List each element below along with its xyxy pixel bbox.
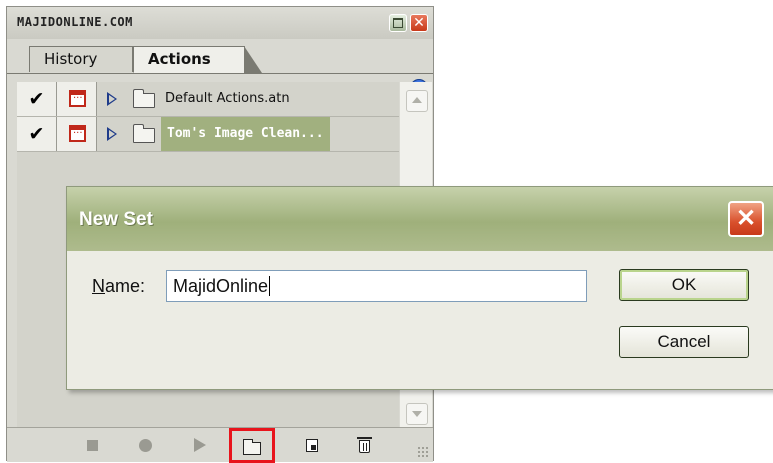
play-button[interactable] [175, 428, 221, 462]
dialog-toggle-icon [69, 90, 86, 107]
dialog-title: New Set [79, 209, 153, 230]
scroll-up-icon[interactable] [406, 90, 428, 112]
new-set-icon [243, 439, 261, 455]
close-icon[interactable]: ✕ [410, 14, 428, 32]
delete-button[interactable] [342, 428, 388, 462]
dialog-toggle-cell[interactable] [57, 82, 97, 116]
action-set-label: Tom's Image Clean... [161, 117, 330, 151]
cancel-button[interactable]: Cancel [619, 326, 749, 358]
name-input-value: MajidOnline [173, 276, 269, 296]
ok-button[interactable]: OK [619, 269, 749, 301]
item-enabled-checkbox[interactable]: ✔ [17, 117, 57, 151]
new-action-icon [306, 439, 318, 452]
dialog-body: Name: MajidOnline OK Cancel [67, 251, 773, 389]
name-label: Name: [92, 276, 145, 297]
record-button[interactable] [122, 428, 168, 462]
resize-grip-icon[interactable] [417, 446, 429, 458]
palette-title: MAJIDONLINE.COM [17, 15, 133, 29]
minimize-icon[interactable] [389, 14, 407, 32]
palette-toolbar [7, 427, 433, 463]
stop-icon [87, 440, 98, 451]
action-set-label: Default Actions.atn [165, 91, 290, 106]
folder-icon [133, 89, 155, 108]
dialog-titlebar[interactable]: New Set ✕ [67, 187, 773, 251]
new-action-button[interactable] [289, 428, 335, 462]
new-set-dialog: New Set ✕ Name: MajidOnline OK Cancel [66, 186, 773, 390]
name-label-mnemonic: N [92, 276, 105, 296]
folder-icon [133, 124, 155, 143]
palette-tabbar: History Actions [7, 39, 433, 97]
text-caret [269, 276, 271, 296]
dialog-close-icon[interactable]: ✕ [728, 201, 764, 237]
palette-titlebar[interactable]: MAJIDONLINE.COM ✕ [7, 7, 433, 39]
new-set-button[interactable] [229, 428, 275, 463]
dialog-toggle-icon [69, 125, 86, 142]
name-label-text: ame: [105, 276, 146, 296]
expand-triangle-icon[interactable] [107, 127, 117, 141]
tab-history[interactable]: History [29, 46, 133, 72]
expand-triangle-icon[interactable] [107, 92, 117, 106]
trash-icon [357, 437, 372, 453]
action-set-row[interactable]: ✔ Default Actions.atn [17, 82, 399, 117]
name-input[interactable]: MajidOnline [166, 270, 587, 302]
scroll-down-icon[interactable] [406, 403, 428, 425]
tab-actions[interactable]: Actions [133, 46, 262, 73]
dialog-toggle-cell[interactable] [57, 117, 97, 151]
item-enabled-checkbox[interactable]: ✔ [17, 82, 57, 116]
play-icon [194, 438, 206, 452]
record-icon [139, 439, 152, 452]
stop-button[interactable] [69, 428, 115, 462]
action-set-row-selected[interactable]: ✔ Tom's Image Clean... [17, 117, 399, 152]
